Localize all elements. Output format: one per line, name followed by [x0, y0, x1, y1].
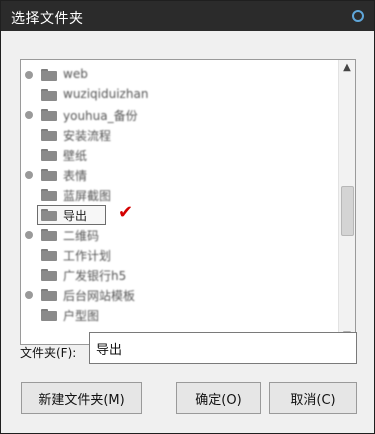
- tree-item-label: 工作计划: [63, 249, 112, 263]
- folder-icon: [41, 169, 57, 181]
- folder-icon: [41, 209, 57, 221]
- tree-item[interactable]: 蓝屏截图: [21, 185, 339, 205]
- folder-icon: [41, 249, 57, 261]
- tree-item-label: 户型图: [63, 309, 100, 323]
- folder-icon: [41, 309, 57, 321]
- folder-icon: [41, 69, 57, 81]
- tree-item[interactable]: web: [21, 65, 339, 85]
- folder-icon: [41, 189, 57, 201]
- expand-toggle-icon[interactable]: [25, 71, 33, 79]
- tree-item-label: 导出: [63, 209, 88, 223]
- tree-item-label: youhua_备份: [63, 109, 138, 123]
- scroll-thumb[interactable]: [341, 186, 354, 236]
- dialog-body: web wuziqiduizhan youhua_备份 安装流程壁纸表情蓝屏截图导出 ✔…: [1, 31, 374, 433]
- window-control-icon[interactable]: [352, 10, 364, 22]
- folder-field-label: 文件夹(F):: [20, 346, 77, 360]
- folder-name-input[interactable]: 导出: [89, 332, 357, 364]
- folder-icon: [41, 89, 57, 101]
- expand-toggle-icon[interactable]: [25, 171, 33, 179]
- cancel-button[interactable]: 取消(C): [269, 382, 357, 414]
- tree-item[interactable]: youhua_备份: [21, 105, 339, 125]
- tree-item[interactable]: 表情: [21, 165, 339, 185]
- scroll-up-arrow-icon[interactable]: ▲: [339, 60, 355, 76]
- tree-item[interactable]: 广发银行h5: [21, 265, 339, 285]
- tree-item-label: 安装流程: [63, 129, 112, 143]
- ok-button[interactable]: 确定(O): [176, 382, 261, 414]
- folder-tree: web wuziqiduizhan youhua_备份 安装流程壁纸表情蓝屏截图导出 ✔…: [20, 59, 356, 345]
- tree-item-selected[interactable]: 导出 ✔: [21, 202, 339, 225]
- folder-icon: [41, 109, 57, 121]
- tree-item-label: 壁纸: [63, 149, 88, 163]
- expand-toggle-icon[interactable]: [25, 291, 33, 299]
- tree-item[interactable]: wuziqiduizhan: [21, 85, 339, 105]
- tree-item-label: 蓝屏截图: [63, 189, 112, 203]
- tree-item-label: 后台网站模板: [63, 289, 136, 303]
- tree-item[interactable]: 工作计划: [21, 245, 339, 265]
- tree-scrollbar[interactable]: ▲ ▼: [338, 60, 355, 344]
- folder-name-value: 导出: [96, 343, 123, 358]
- title-bar[interactable]: 选择文件夹: [1, 1, 374, 31]
- tree-item-label: 二维码: [63, 229, 100, 243]
- folder-icon: [41, 289, 57, 301]
- tree-item[interactable]: 二维码: [21, 225, 339, 245]
- new-folder-button[interactable]: 新建文件夹(M): [21, 382, 142, 414]
- dialog-title: 选择文件夹: [11, 11, 84, 27]
- tree-item[interactable]: 后台网站模板: [21, 285, 339, 305]
- folder-picker-dialog: 选择文件夹 web wuziqiduizhan youhua_备份 安装流程壁纸表情蓝…: [0, 0, 375, 434]
- tree-item[interactable]: 壁纸: [21, 145, 339, 165]
- folder-icon: [41, 269, 57, 281]
- folder-icon: [41, 229, 57, 241]
- expand-toggle-icon[interactable]: [25, 231, 33, 239]
- expand-toggle-icon[interactable]: [25, 111, 33, 119]
- tree-item-label: 表情: [63, 169, 88, 183]
- tree-item-label: web: [63, 67, 88, 81]
- tree-item[interactable]: 安装流程: [21, 125, 339, 145]
- tree-item-label: 广发银行h5: [63, 269, 127, 283]
- tree-item-label: wuziqiduizhan: [63, 87, 149, 101]
- folder-icon: [41, 129, 57, 141]
- red-checkmark-icon: ✔: [118, 202, 134, 223]
- tree-item[interactable]: 户型图: [21, 305, 339, 325]
- folder-icon: [41, 149, 57, 161]
